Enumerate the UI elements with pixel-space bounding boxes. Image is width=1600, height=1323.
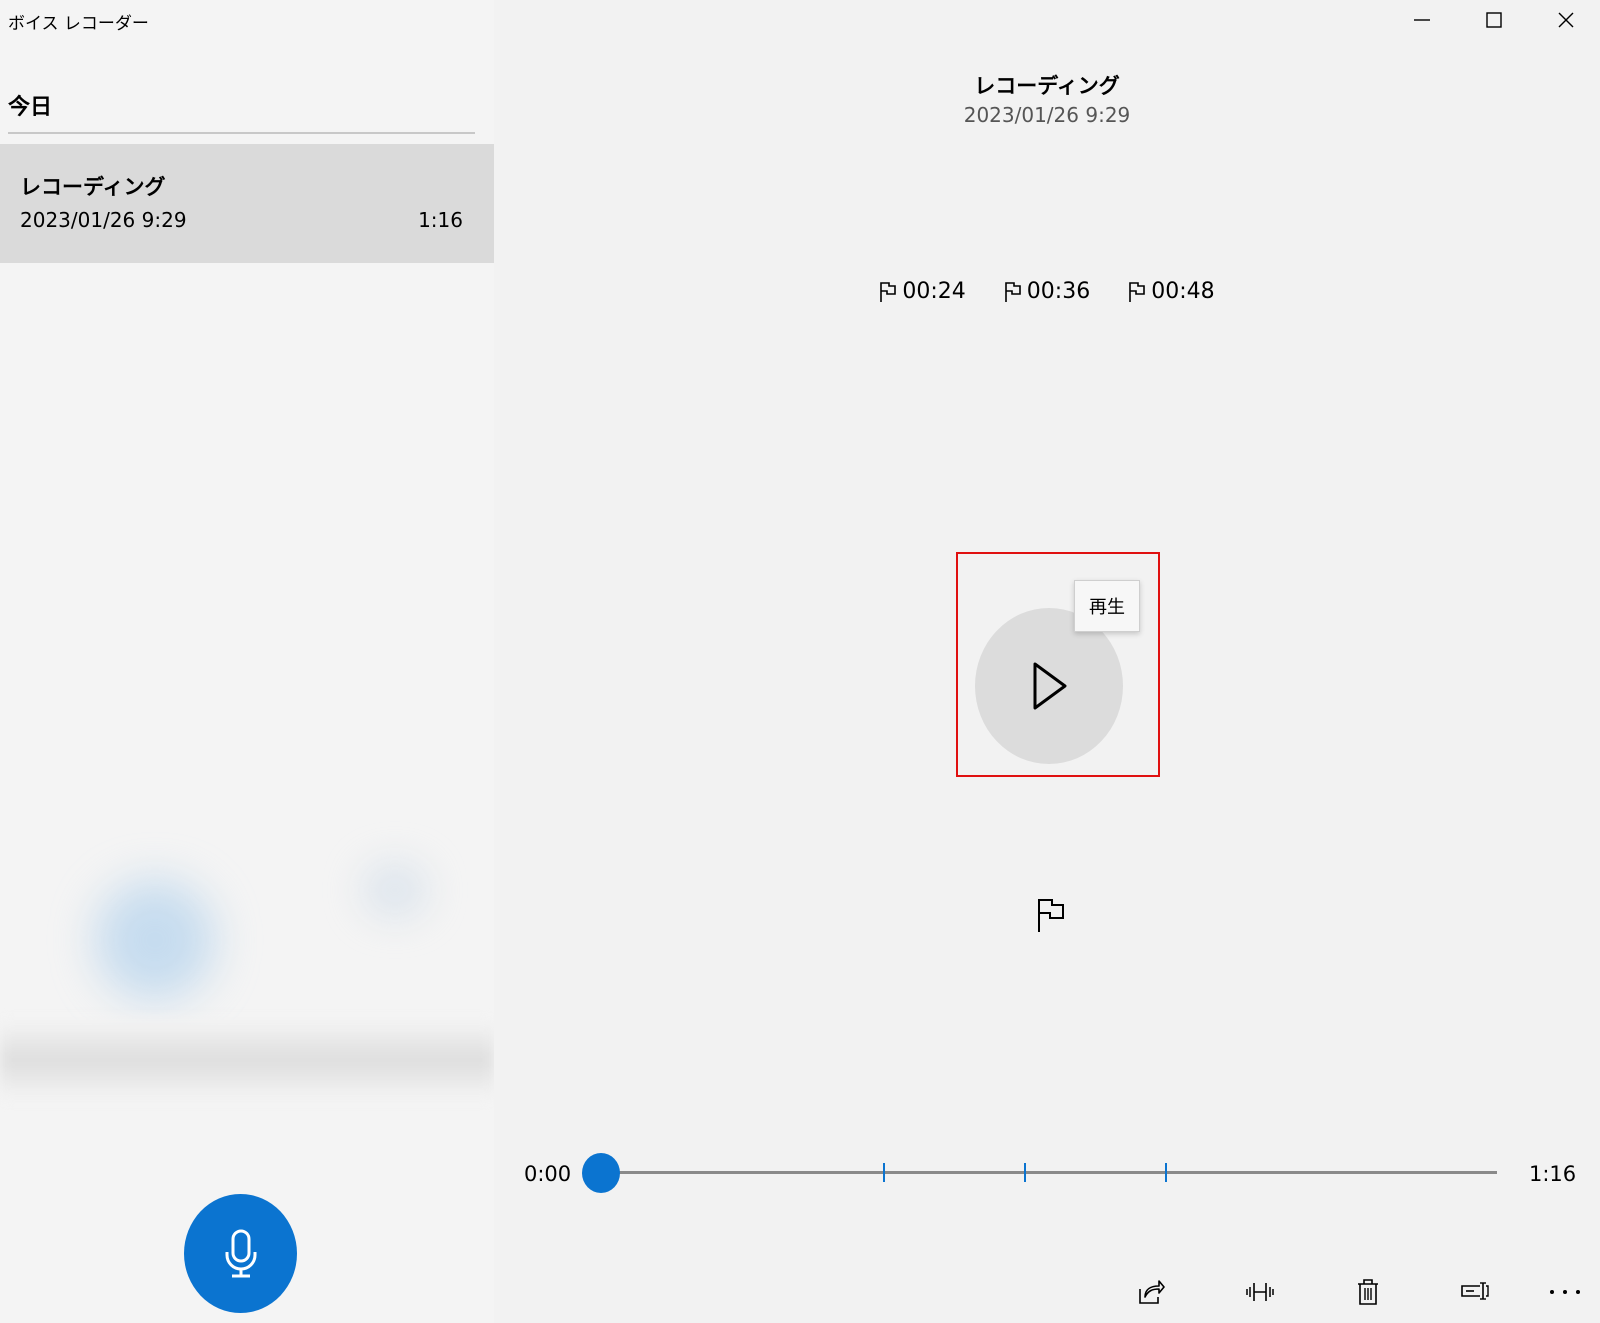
microphone-icon: [225, 1229, 256, 1277]
maximize-icon: [1486, 12, 1502, 28]
background-blur: [360, 860, 430, 920]
more-icon: [1550, 1290, 1580, 1294]
recordings-pane: ボイス レコーダー 今日 レコーディング 2023/01/26 9:29 1:1…: [0, 0, 494, 1323]
delete-button[interactable]: [1344, 1270, 1392, 1314]
share-icon: [1139, 1280, 1165, 1304]
marker-item[interactable]: 00:36: [1004, 279, 1090, 304]
background-blur: [95, 880, 215, 1000]
recording-timestamp: 2023/01/26 9:29: [963, 103, 1131, 127]
add-marker-button[interactable]: [1031, 893, 1071, 937]
flag-icon: [1129, 281, 1146, 302]
close-button[interactable]: [1530, 0, 1600, 40]
maximize-button[interactable]: [1458, 0, 1530, 40]
section-heading-today: 今日: [8, 95, 53, 120]
delete-icon: [1358, 1279, 1378, 1305]
timeline-track[interactable]: [600, 1171, 1497, 1174]
recording-name: レコーディング: [20, 175, 166, 199]
marker-time: 00:48: [1151, 279, 1215, 304]
share-button[interactable]: [1127, 1270, 1175, 1314]
background-blur: [0, 1020, 494, 1100]
marker-time: 00:36: [1026, 279, 1091, 304]
marker-item[interactable]: 00:24: [879, 279, 966, 304]
more-options-button[interactable]: [1541, 1270, 1589, 1314]
divider: [8, 132, 475, 134]
total-time: 1:16: [1529, 1162, 1577, 1186]
minimize-button[interactable]: [1386, 0, 1458, 40]
trim-icon: [1246, 1283, 1274, 1301]
marker-list: 00:24 00:36 00:48: [494, 279, 1600, 304]
close-icon: [1558, 12, 1574, 28]
flag-icon: [1004, 281, 1021, 302]
minimize-icon: [1414, 19, 1430, 21]
marker-time: 00:24: [902, 279, 966, 304]
timeline-marker-tick: [1024, 1163, 1026, 1182]
recording-duration: 1:16: [418, 208, 463, 232]
flag-icon: [880, 281, 897, 302]
timeline-marker-tick: [883, 1163, 885, 1182]
current-time: 0:00: [524, 1162, 572, 1186]
record-button[interactable]: [184, 1194, 297, 1313]
flag-icon: [1038, 899, 1064, 932]
recording-date: 2023/01/26 9:29: [20, 208, 187, 232]
timeline-thumb[interactable]: [582, 1153, 620, 1193]
trim-button[interactable]: [1236, 1270, 1284, 1314]
play-tooltip: 再生: [1074, 580, 1140, 632]
recording-title: レコーディング: [974, 74, 1120, 98]
timeline-marker-tick: [1165, 1163, 1167, 1182]
app-title: ボイス レコーダー: [8, 14, 149, 34]
rename-button[interactable]: [1451, 1270, 1499, 1314]
recording-list-item[interactable]: レコーディング 2023/01/26 9:29 1:16: [0, 144, 494, 263]
marker-item[interactable]: 00:48: [1128, 279, 1215, 304]
rename-icon: [1461, 1282, 1489, 1300]
